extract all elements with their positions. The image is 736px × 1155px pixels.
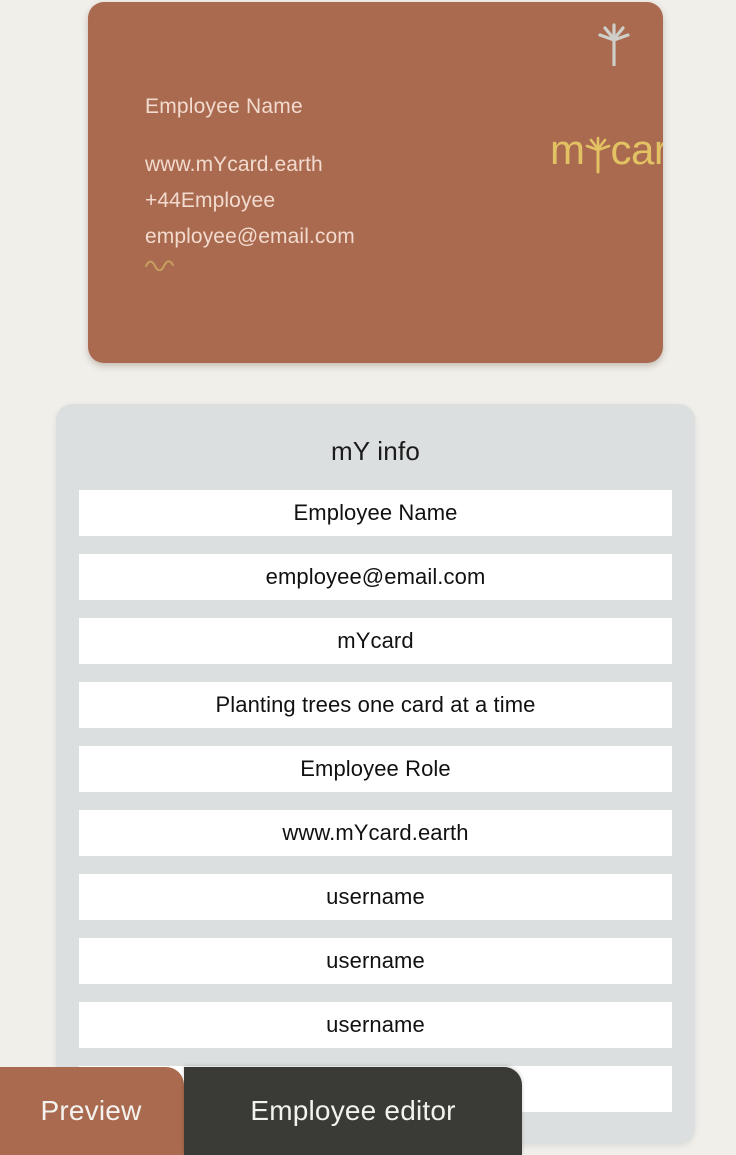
card-phone: +44Employee bbox=[145, 189, 276, 213]
tree-icon bbox=[598, 23, 630, 66]
tab-employee-editor-label: Employee editor bbox=[250, 1095, 456, 1126]
business-card-preview[interactable]: Employee Name www.mYcard.earth +44Employ… bbox=[88, 2, 663, 363]
logo-text-prefix: m bbox=[550, 126, 585, 173]
info-field-list: Employee Name employee@email.com mYcard … bbox=[56, 490, 695, 1112]
field-username-3[interactable]: username bbox=[79, 1002, 672, 1048]
mycard-logo: m card bbox=[550, 126, 664, 174]
card-contact-list: www.mYcard.earth +44Employee employee@em… bbox=[145, 147, 475, 255]
field-username-2[interactable]: username bbox=[79, 938, 672, 984]
squiggle-divider-icon bbox=[145, 260, 174, 272]
field-email[interactable]: employee@email.com bbox=[79, 554, 672, 600]
field-employee-role[interactable]: Employee Role bbox=[79, 746, 672, 792]
info-panel-title: mY info bbox=[330, 436, 421, 466]
logo-tree-y-icon bbox=[585, 136, 610, 174]
card-employee-name: Employee Name bbox=[145, 95, 303, 118]
field-company[interactable]: mYcard bbox=[79, 618, 672, 664]
logo-text-suffix: card bbox=[610, 126, 664, 173]
card-text-block: Employee Name www.mYcard.earth +44Employ… bbox=[145, 94, 475, 276]
field-employee-name[interactable]: Employee Name bbox=[79, 490, 672, 536]
card-website: www.mYcard.earth bbox=[145, 153, 323, 177]
info-panel: mY info Employee Name employee@email.com… bbox=[56, 404, 695, 1144]
field-tagline[interactable]: Planting trees one card at a time bbox=[79, 682, 672, 728]
tab-preview-label: Preview bbox=[40, 1095, 142, 1126]
field-username-1[interactable]: username bbox=[79, 874, 672, 920]
field-website[interactable]: www.mYcard.earth bbox=[79, 810, 672, 856]
tab-employee-editor[interactable]: Employee editor bbox=[184, 1067, 522, 1155]
tab-preview[interactable]: Preview bbox=[0, 1067, 184, 1155]
card-email: employee@email.com bbox=[145, 225, 355, 249]
